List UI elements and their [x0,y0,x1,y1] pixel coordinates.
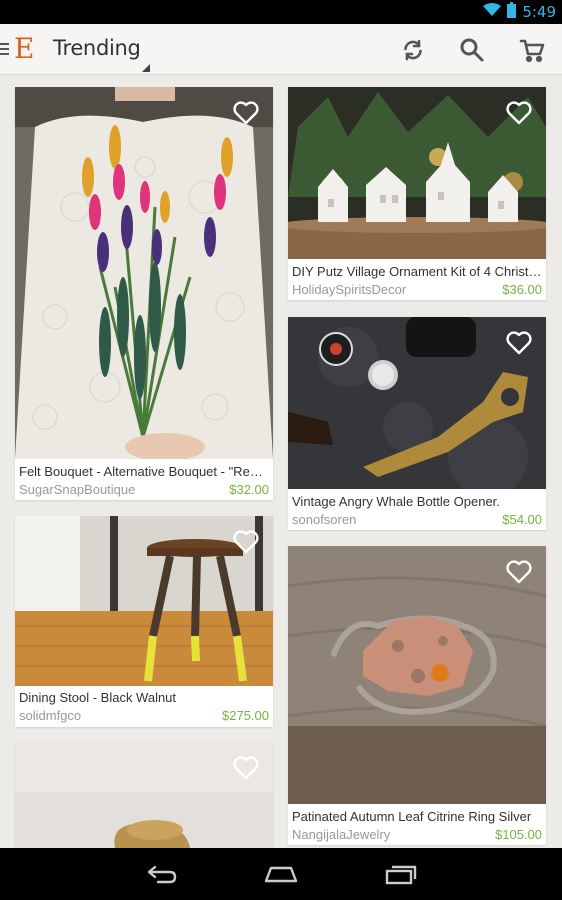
listing-card[interactable]: DIY Putz Village Ornament Kit of 4 Chris… [288,87,546,300]
listing-shop[interactable]: NangijalaJewelry [292,827,390,842]
recent-apps-icon[interactable] [381,860,421,888]
listing-price: $54.00 [502,512,542,527]
action-bar: E Trending [0,24,562,75]
favorite-heart-icon[interactable] [233,756,259,780]
home-icon[interactable] [261,860,301,888]
listing-card[interactable]: Felt Bouquet - Alternative Bouquet - "Re… [15,87,273,500]
listing-card[interactable]: Dining Stool - Black Walnut solidmfgco $… [15,516,273,727]
etsy-logo[interactable]: E [14,33,34,65]
back-icon[interactable] [141,860,181,888]
wifi-icon [483,2,502,22]
listing-card[interactable] [15,742,273,848]
listing-image[interactable] [15,87,273,461]
favorite-heart-icon[interactable] [506,560,532,584]
listing-shop[interactable]: sonofsoren [292,512,356,527]
listing-shop[interactable]: solidmfgco [19,708,81,723]
listing-price: $105.00 [495,827,542,842]
favorite-heart-icon[interactable] [233,101,259,125]
favorite-heart-icon[interactable] [233,530,259,554]
status-bar: 5:49 [0,0,562,24]
status-icons: 5:49 [483,1,556,23]
listing-title[interactable]: Dining Stool - Black Walnut [19,690,269,705]
listing-title[interactable]: Patinated Autumn Leaf Citrine Ring Silve… [292,809,542,824]
battery-icon [507,1,517,23]
listing-title[interactable]: Felt Bouquet - Alternative Bouquet - "Re… [19,464,269,479]
refresh-icon[interactable] [399,36,427,64]
listing-shop[interactable]: HolidaySpiritsDecor [292,282,406,297]
cart-icon[interactable] [518,36,546,64]
listing-card[interactable]: Vintage Angry Whale Bottle Opener. sonof… [288,317,546,530]
listing-image[interactable] [288,546,546,804]
search-icon[interactable] [458,36,486,64]
menu-icon[interactable] [0,43,9,55]
page-title[interactable]: Trending [53,36,141,60]
navigation-bar [0,848,562,900]
listing-title[interactable]: DIY Putz Village Ornament Kit of 4 Chris… [292,264,542,279]
listing-price: $275.00 [222,708,269,723]
dropdown-caret-icon [142,64,150,72]
listing-shop[interactable]: SugarSnapBoutique [19,482,135,497]
status-time: 5:49 [522,3,556,21]
favorite-heart-icon[interactable] [506,331,532,355]
favorite-heart-icon[interactable] [506,101,532,125]
listing-title[interactable]: Vintage Angry Whale Bottle Opener. [292,494,542,509]
listing-price: $32.00 [229,482,269,497]
listing-card[interactable]: Patinated Autumn Leaf Citrine Ring Silve… [288,546,546,845]
listing-price: $36.00 [502,282,542,297]
